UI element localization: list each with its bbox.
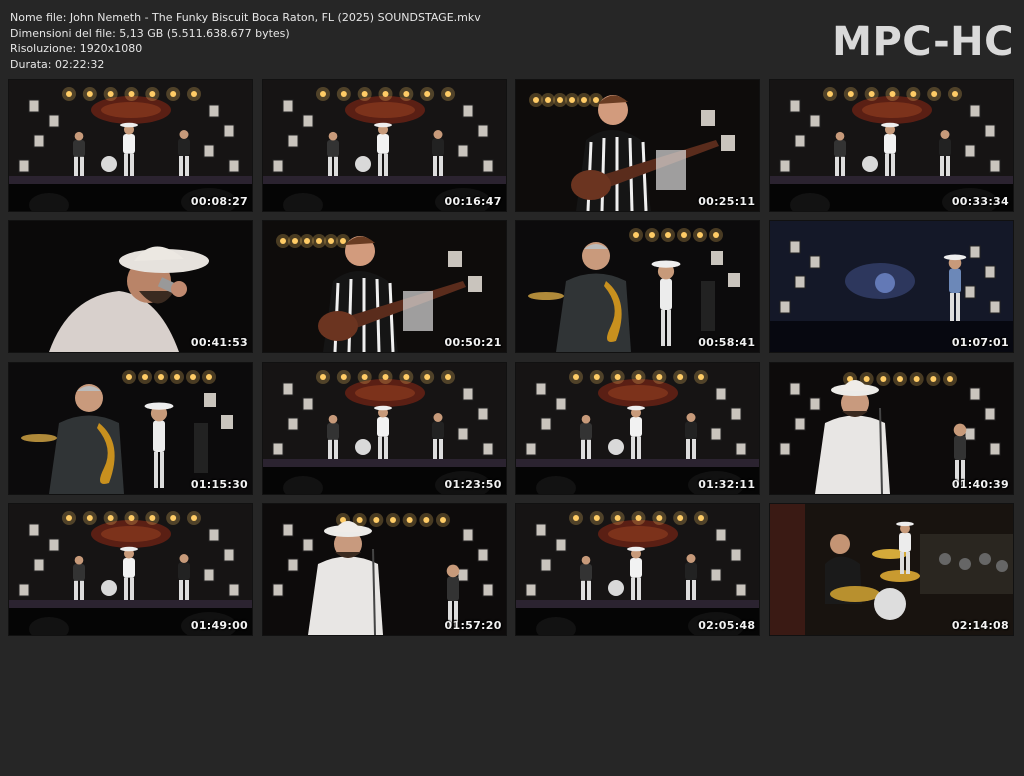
thumbnail-frame-image [9, 503, 252, 635]
thumbnail-timestamp: 01:23:50 [444, 477, 502, 491]
thumbnail-timestamp: 02:05:48 [698, 618, 756, 632]
mpc-hc-logo: MPC-HC [832, 19, 1014, 65]
thumbnail-timestamp: 01:49:00 [190, 618, 248, 632]
thumbnail-timestamp: 00:16:47 [444, 195, 502, 208]
thumbnail-frame-image [9, 362, 252, 494]
video-thumbnail: 00:08:27 [9, 80, 252, 211]
file-size-line: Dimensioni del file: 5,13 GB (5.511.638.… [10, 26, 290, 40]
video-thumbnail: 00:58:41 [516, 221, 760, 353]
thumbnail-frame-image [9, 221, 252, 353]
thumbnail-timestamp: 00:25:11 [698, 195, 756, 208]
thumbnail-frame-image [769, 503, 1013, 635]
video-thumbnail: 01:15:30 [9, 362, 252, 494]
video-thumbnail: 02:14:08 [769, 503, 1013, 635]
video-thumbnail: 00:16:47 [262, 80, 506, 211]
video-thumbnail: 01:32:11 [516, 362, 760, 494]
thumbnail-frame-image [9, 80, 252, 211]
video-thumbnail: 00:50:21 [262, 221, 506, 353]
thumbnail-frame-image [516, 503, 760, 635]
thumbnail-frame-image [516, 221, 760, 353]
video-thumbnail: 01:49:00 [9, 503, 252, 635]
video-thumbnail: 01:23:50 [262, 362, 506, 494]
file-name-line: Nome file: John Nemeth - The Funky Biscu… [10, 11, 481, 24]
video-thumbnail: 00:25:11 [516, 80, 760, 211]
thumbnail-frame-image [262, 80, 506, 211]
video-thumbnail: 00:33:34 [769, 80, 1013, 211]
thumbnail-timestamp: 01:07:01 [951, 336, 1009, 350]
video-thumbnail: 01:40:39 [769, 362, 1013, 494]
video-thumbnail: 02:05:48 [516, 503, 760, 635]
thumbnail-timestamp: 00:50:21 [444, 336, 502, 350]
thumbnail-frame-image [262, 221, 506, 353]
thumbnail-frame-image [516, 362, 760, 494]
resolution-line: Risoluzione: 1920x1080 [10, 42, 143, 55]
thumbnail-frame-image [516, 80, 760, 211]
thumbnail-timestamp: 02:14:08 [951, 618, 1009, 632]
thumbnail-timestamp: 00:08:27 [190, 195, 248, 208]
thumbnail-frame-image [262, 503, 506, 635]
duration-line: Durata: 02:22:32 [10, 57, 105, 71]
thumbnail-frame-image [769, 80, 1013, 211]
thumbnail-timestamp: 01:32:11 [698, 477, 756, 491]
thumbnail-frame-image [769, 362, 1013, 494]
video-thumbnail: 01:07:01 [769, 221, 1013, 353]
file-info-panel: Nome file: John Nemeth - The Funky Biscu… [10, 10, 481, 72]
thumbnail-timestamp: 00:41:53 [190, 336, 248, 350]
thumbnail-grid: 00:08:27 00:16:47 00:25:11 00:33:34 00:4… [9, 80, 1013, 776]
thumbnail-timestamp: 01:15:30 [190, 477, 248, 491]
thumbnail-timestamp: 00:58:41 [698, 336, 756, 350]
thumbnail-timestamp: 01:40:39 [951, 477, 1009, 491]
thumbnail-timestamp: 01:57:20 [444, 618, 502, 632]
video-thumbnail: 01:57:20 [262, 503, 506, 635]
thumbnail-frame-image [769, 221, 1013, 353]
video-thumbnail: 00:41:53 [9, 221, 252, 353]
thumbnail-frame-image [262, 362, 506, 494]
thumbnail-timestamp: 00:33:34 [951, 195, 1009, 208]
